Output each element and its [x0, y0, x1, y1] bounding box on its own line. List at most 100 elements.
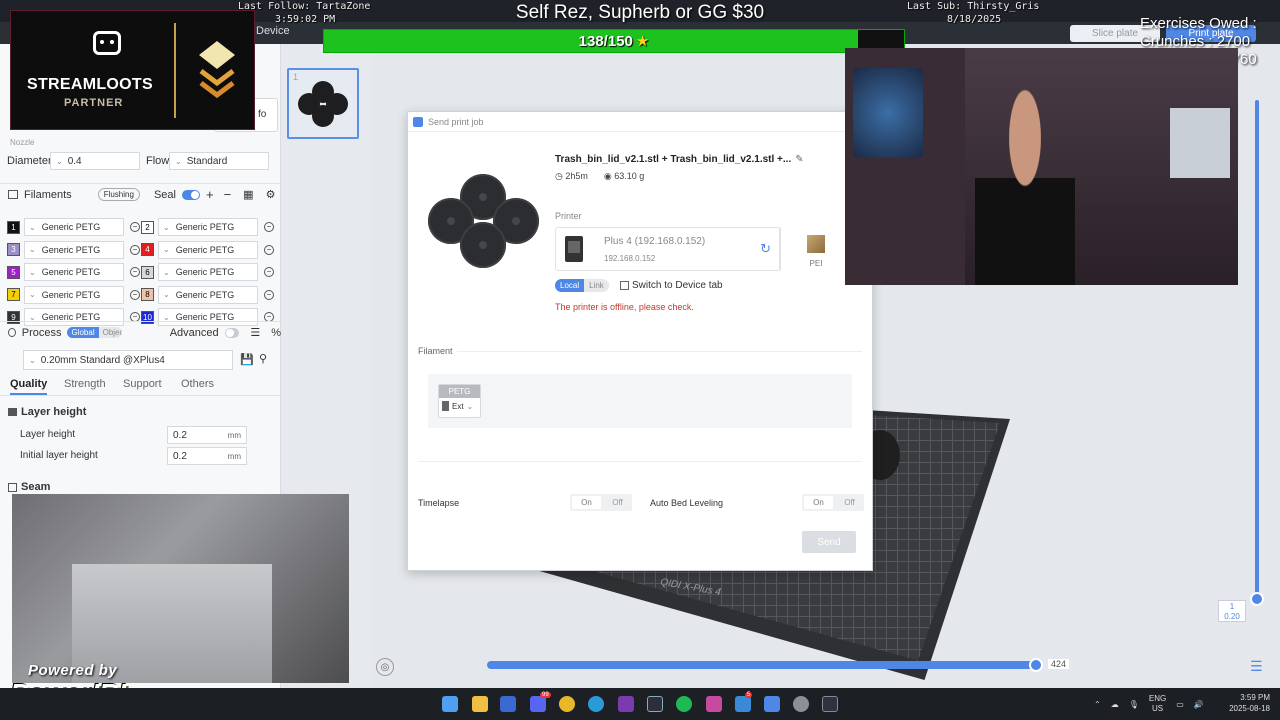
cloud-icon[interactable]: ☁ — [1111, 700, 1119, 709]
search-icon[interactable]: ⚲ — [259, 352, 267, 365]
filament-select[interactable]: ⌄ Generic PETG — [158, 285, 258, 304]
tab-others[interactable]: Others — [181, 378, 214, 390]
mode-link[interactable]: Link — [584, 279, 609, 292]
chrome-icon[interactable] — [559, 696, 575, 712]
diameter-select[interactable]: ⌄ 0.4 — [50, 152, 140, 170]
process-header: Process Global Objects Advanced ☰ % — [0, 321, 281, 343]
remove-filament-icon[interactable]: − — [224, 187, 232, 202]
remove-filament-icon[interactable]: − — [130, 267, 140, 277]
timelapse-switch[interactable]: On Off — [570, 494, 632, 511]
scope-global[interactable]: Global — [67, 327, 99, 338]
scope-toggle[interactable]: Global Objects — [67, 327, 122, 338]
switch-device-checkbox[interactable]: Switch to Device tab — [620, 280, 723, 291]
spotify-icon[interactable] — [676, 696, 692, 712]
advanced-toggle[interactable] — [224, 327, 240, 338]
edge-icon[interactable] — [588, 696, 604, 712]
filament-color-swatch[interactable]: 1 — [7, 220, 20, 234]
edit-icon[interactable]: ✎ — [795, 154, 803, 165]
remove-filament-icon[interactable]: − — [264, 267, 274, 277]
timelapse-on[interactable]: On — [572, 496, 601, 509]
process-preset-select[interactable]: ⌄ 0.20mm Standard @XPlus4 — [23, 350, 233, 370]
filament-color-swatch[interactable]: 7 — [7, 288, 20, 301]
filament-color-swatch[interactable]: 3 — [7, 243, 20, 256]
filament-row: 7 ⌄ Generic PETG − — [7, 285, 140, 305]
mode-local[interactable]: Local — [555, 279, 585, 292]
chevron-up-icon[interactable]: ⌃ — [1094, 700, 1101, 709]
plate-type[interactable]: PEI — [780, 227, 850, 271]
move-slider-handle[interactable] — [1029, 658, 1043, 672]
filament-select[interactable]: ⌄ Generic PETG — [24, 263, 124, 281]
filament-row: 2 ⌄ Generic PETG − — [141, 217, 274, 237]
layer-height-input[interactable]: 0.2 mm — [167, 426, 247, 444]
refresh-icon[interactable]: ↻ — [760, 241, 771, 257]
bed-leveling-off[interactable]: Off — [835, 494, 864, 511]
seal-toggle[interactable] — [181, 189, 200, 200]
initial-layer-height-input[interactable]: 0.2 mm — [167, 447, 247, 465]
tab-support[interactable]: Support — [123, 378, 162, 390]
app-icon[interactable] — [822, 696, 838, 712]
discord-icon[interactable] — [530, 696, 546, 712]
plate-thumbnail[interactable]: 1 — [287, 68, 359, 139]
slice-plate-label: Slice plate — [1091, 28, 1139, 39]
app-icon[interactable] — [735, 696, 751, 712]
layer-height-value: 0.2 — [173, 429, 187, 441]
gear-icon[interactable]: ⚙ — [266, 188, 276, 201]
tab-quality[interactable]: Quality — [10, 378, 48, 395]
filament-select[interactable]: ⌄ Generic PETG — [24, 240, 124, 259]
volume-icon[interactable]: 🔊 — [1194, 700, 1204, 709]
file-explorer-icon[interactable] — [472, 696, 488, 712]
bed-leveling-on[interactable]: On — [804, 496, 833, 509]
sync-filament-icon[interactable]: ▦ — [243, 188, 253, 201]
steam-icon[interactable] — [647, 696, 663, 712]
remove-filament-icon[interactable]: − — [130, 244, 140, 255]
app-icon[interactable] — [706, 696, 722, 712]
filament-mapping-chip[interactable]: PETG Ext ⌄ — [438, 384, 481, 418]
bed-leveling-switch[interactable]: On Off — [802, 494, 864, 511]
move-slider-track[interactable] — [487, 661, 1042, 669]
filament-color-swatch[interactable]: 2 — [141, 220, 154, 234]
layer-slider-handle[interactable] — [1250, 592, 1264, 606]
store-icon[interactable] — [500, 696, 516, 712]
filament-color-swatch[interactable]: 8 — [141, 288, 154, 301]
app-icon[interactable] — [618, 696, 634, 712]
remove-filament-icon[interactable]: − — [264, 289, 274, 300]
slicer-app-icon[interactable] — [764, 696, 780, 712]
save-preset-icon[interactable]: 💾 — [240, 353, 254, 366]
remove-filament-icon[interactable]: − — [130, 222, 140, 232]
scope-objects[interactable]: Objects — [98, 327, 122, 338]
chevron-down-icon: ⌄ — [29, 222, 36, 232]
filament-select[interactable]: ⌄ Generic PETG — [158, 240, 258, 259]
list-icon[interactable]: ☰ — [250, 326, 260, 339]
settings-icon[interactable] — [793, 696, 809, 712]
filament-select[interactable]: ⌄ Generic PETG — [158, 218, 258, 236]
filament-color-swatch[interactable]: 6 — [141, 265, 154, 279]
filament-select[interactable]: ⌄ Generic PETG — [24, 218, 124, 236]
microphone-icon[interactable]: 🎙 — [1129, 700, 1139, 709]
add-filament-icon[interactable]: + — [206, 187, 214, 202]
filament-color-swatch[interactable]: 4 — [141, 243, 154, 256]
remove-filament-icon[interactable]: − — [130, 289, 140, 300]
start-icon[interactable] — [442, 696, 458, 712]
timelapse-off[interactable]: Off — [603, 494, 632, 511]
flushing-button[interactable]: Flushing — [97, 188, 140, 201]
tab-device[interactable]: Device — [256, 25, 290, 37]
filament-color-swatch[interactable]: 5 — [7, 265, 20, 279]
connection-mode-toggle[interactable]: Local Link — [555, 279, 609, 292]
tab-strength[interactable]: Strength — [64, 378, 106, 390]
layer-slider-track[interactable] — [1255, 100, 1259, 600]
language-indicator[interactable]: ENG US — [1149, 694, 1166, 714]
send-button[interactable]: Send — [802, 531, 856, 553]
camera-view-icon[interactable]: ◎ — [376, 658, 394, 676]
taskbar-clock[interactable]: 3:59 PM 2025-08-18 — [1224, 692, 1270, 714]
printer-select[interactable]: Plus 4 (192.168.0.152) 192.168.0.152 ↻ — [555, 227, 780, 271]
layers-icon[interactable]: ☰ — [1250, 658, 1266, 674]
flow-select[interactable]: ⌄ Standard — [169, 152, 269, 170]
checkbox[interactable] — [620, 281, 629, 290]
display-icon[interactable]: ▭ — [1176, 700, 1184, 709]
filament-slot[interactable]: Ext ⌄ — [439, 398, 480, 414]
filament-select[interactable]: ⌄ Generic PETG — [24, 285, 124, 304]
filament-select[interactable]: ⌄ Generic PETG — [158, 263, 258, 281]
remove-filament-icon[interactable]: − — [264, 222, 274, 232]
percent-icon[interactable]: % — [271, 327, 281, 339]
remove-filament-icon[interactable]: − — [264, 244, 274, 255]
